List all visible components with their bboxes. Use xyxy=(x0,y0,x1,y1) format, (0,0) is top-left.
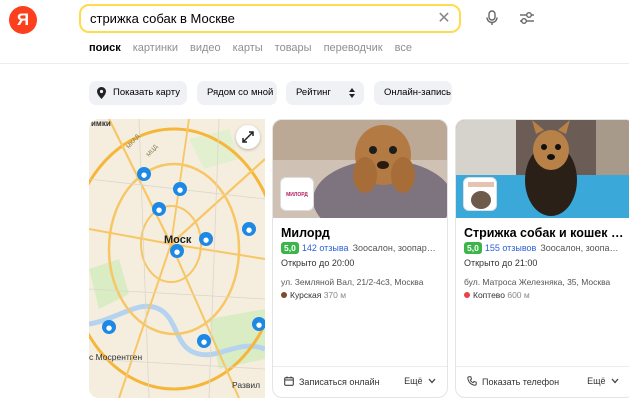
more-button[interactable]: Ещё xyxy=(404,376,436,386)
tab-translator[interactable]: переводчик xyxy=(324,42,383,54)
calendar-icon xyxy=(284,376,294,386)
business-category: Зоосалон, зоопа… xyxy=(540,243,619,253)
business-address: бул. Матроса Железняка, 35, Москва xyxy=(464,277,611,287)
phone-icon xyxy=(467,376,477,386)
business-title[interactable]: Стрижка собак и кошек … xyxy=(464,226,629,240)
tab-products[interactable]: товары xyxy=(275,42,312,54)
online-booking-button[interactable]: Онлайн-запись xyxy=(374,81,452,105)
metro-distance: 600 м xyxy=(507,290,530,300)
opening-hours: Открыто до 20:00 xyxy=(281,258,355,268)
search-tabs: поиск картинки видео карты товары перево… xyxy=(89,42,424,54)
svg-text:●: ● xyxy=(201,338,207,346)
nearby-button[interactable]: Рядом со мной xyxy=(197,81,277,105)
svg-text:●: ● xyxy=(256,321,262,329)
chevron-down-icon xyxy=(611,378,619,384)
opening-hours: Открыто до 21:00 xyxy=(464,258,538,268)
svg-text:●: ● xyxy=(203,236,209,244)
expand-icon xyxy=(242,131,254,143)
show-phone-button[interactable]: Показать телефон xyxy=(467,376,559,387)
sort-arrows-icon xyxy=(349,88,355,98)
microphone-icon[interactable] xyxy=(482,8,502,28)
business-category: Зоосалон, зоопар… xyxy=(352,243,436,253)
tab-images[interactable]: картинки xyxy=(133,42,178,54)
svg-text:●: ● xyxy=(106,324,112,332)
book-online-button[interactable]: Записаться онлайн xyxy=(284,376,380,387)
business-address: ул. Земляной Вал, 21/2-4с3, Москва xyxy=(281,277,424,287)
reviews-link[interactable]: 142 отзыва xyxy=(302,243,349,253)
tab-video[interactable]: видео xyxy=(190,42,221,54)
business-card-grooming[interactable]: Стрижка собак и кошек … 5,0 155 отзывов Зо… xyxy=(455,119,629,398)
rating-badge: 5,0 xyxy=(281,242,299,254)
reviews-link[interactable]: 155 отзывов xyxy=(485,243,537,253)
show-map-button[interactable]: Показать карту xyxy=(89,81,187,105)
rating-sort-select[interactable]: Рейтинг xyxy=(286,81,364,105)
more-button[interactable]: Ещё xyxy=(587,376,619,386)
online-booking-label: Онлайн-запись xyxy=(384,87,451,98)
map-label-center: Моск xyxy=(164,234,192,246)
search-input[interactable] xyxy=(90,9,420,28)
metro-distance: 370 м xyxy=(323,290,347,300)
business-photo[interactable] xyxy=(456,120,629,218)
svg-text:●: ● xyxy=(156,206,162,214)
header: Я ✕ поиск картинки видео карты товары пе… xyxy=(0,0,629,64)
show-map-label: Показать карту xyxy=(113,87,180,98)
svg-text:●: ● xyxy=(174,248,180,256)
card-footer: Записаться онлайн Ещё xyxy=(273,366,447,397)
map-canvas: ● ● ● ● ● ● ● ● ● имки Моск с Мосрентген Разви… xyxy=(89,119,265,398)
business-card-milord[interactable]: МИЛОРД Милорд 5,0 142 отзыва Зоосалон, зоо… xyxy=(272,119,448,398)
business-title[interactable]: Милорд xyxy=(281,226,446,240)
search-box[interactable]: ✕ xyxy=(79,4,461,33)
nearby-label: Рядом со мной xyxy=(207,87,274,98)
expand-map-button[interactable] xyxy=(236,125,260,149)
rating-row: 5,0 142 отзыва Зоосалон, зоопар… xyxy=(281,242,446,255)
business-photo[interactable]: МИЛОРД xyxy=(273,120,447,240)
metro-line-icon xyxy=(281,292,287,298)
tab-all[interactable]: все xyxy=(395,42,412,54)
map-label-bottom-left: с Мосрентген xyxy=(89,352,142,362)
tab-maps[interactable]: карты xyxy=(233,42,263,54)
card-footer: Показать телефон Ещё xyxy=(456,366,629,397)
svg-text:●: ● xyxy=(177,186,183,194)
metro-station: Коптево 600 м xyxy=(464,290,530,300)
metro-line-icon xyxy=(464,292,470,298)
map-label-bottom-right: Развил xyxy=(232,380,260,390)
filter-settings-icon[interactable] xyxy=(517,8,537,28)
rating-row: 5,0 155 отзывов Зоосалон, зоопа… xyxy=(464,242,629,255)
yandex-logo[interactable]: Я xyxy=(9,6,37,34)
business-logo-thumb: МИЛОРД xyxy=(280,177,314,211)
rating-label: Рейтинг xyxy=(296,87,331,98)
svg-text:●: ● xyxy=(246,226,252,234)
chevron-down-icon xyxy=(428,378,436,384)
business-logo-thumb xyxy=(463,177,497,211)
close-icon[interactable]: ✕ xyxy=(435,10,453,28)
metro-station: Курская 370 м xyxy=(281,290,346,300)
location-pin-icon xyxy=(97,87,106,99)
svg-text:●: ● xyxy=(141,171,147,179)
tab-search[interactable]: поиск xyxy=(89,42,121,54)
map-label-top-left: имки xyxy=(91,119,111,128)
rating-badge: 5,0 xyxy=(464,242,482,254)
map-preview[interactable]: ● ● ● ● ● ● ● ● ● имки Моск с Мосрентген Разви… xyxy=(89,119,265,398)
